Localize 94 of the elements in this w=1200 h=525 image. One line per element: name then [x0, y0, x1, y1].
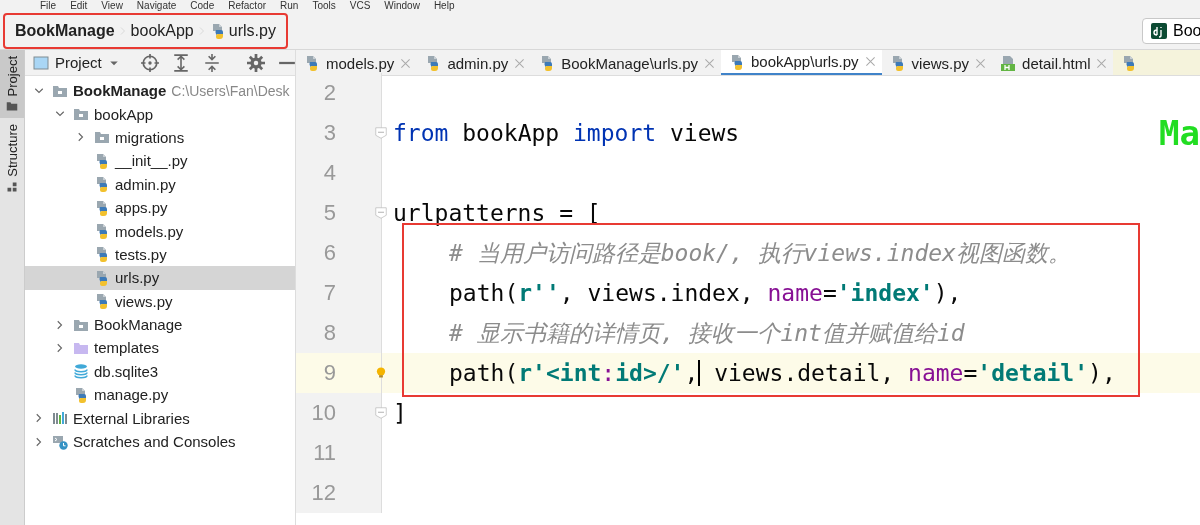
code-line: # 当用户访问路径是book/, 执行views.index视图函数。	[449, 238, 1071, 268]
tree-item[interactable]: admin.py	[25, 172, 295, 196]
code-line: path(r'<int:id>/', views.detail, name='detail'),	[449, 360, 1116, 386]
tree-item[interactable]: migrations	[25, 125, 295, 150]
tree-item[interactable]: External Libraries	[25, 406, 295, 430]
fold-icon[interactable]	[375, 406, 387, 420]
editor-tab[interactable]: BookManage\urls.py	[531, 50, 721, 75]
folder-icon	[94, 129, 110, 146]
run-configuration-button[interactable]: Boo	[1142, 17, 1200, 44]
tree-item[interactable]: __init__.py	[25, 149, 295, 173]
collapse-all-icon[interactable]	[202, 53, 221, 72]
line-number: 9	[322, 360, 336, 386]
line-number: 4	[322, 160, 336, 186]
code-line: path(r'', views.index, name='index'),	[449, 280, 962, 306]
python-file-icon	[94, 152, 110, 169]
editor-tab[interactable]: views.py	[881, 50, 993, 75]
folder-icon	[6, 100, 18, 113]
settings-icon[interactable]	[246, 53, 265, 72]
folder-icon	[73, 340, 89, 356]
close-icon[interactable]	[704, 57, 715, 69]
line-number: 12	[310, 480, 336, 506]
expand-all-icon[interactable]	[171, 53, 190, 72]
menu-item[interactable]: Tools	[312, 0, 336, 12]
folder-icon	[73, 106, 89, 123]
line-number: 8	[322, 320, 336, 346]
code-line: # 显示书籍的详情页, 接收一个int值并赋值给id	[449, 318, 965, 348]
path-text: C:\Users\Fan\Desk	[171, 82, 290, 99]
python-file-icon	[94, 176, 110, 193]
python-file-icon	[73, 386, 89, 403]
tree-item[interactable]: Scratches and Consoles	[25, 429, 295, 454]
close-icon[interactable]	[864, 56, 876, 67]
editor-tab[interactable]	[1113, 50, 1200, 75]
code-line: ]	[393, 400, 407, 426]
panel-title-dropdown[interactable]: Project	[33, 54, 120, 71]
menu-item[interactable]: Navigate	[136, 0, 177, 12]
line-number: 3	[322, 120, 336, 146]
tree-item[interactable]: BookManage C:\Users\Fan\Desk	[25, 79, 295, 103]
panel-icon	[33, 54, 49, 71]
tree-item[interactable]: manage.py	[25, 383, 295, 407]
close-icon[interactable]	[400, 57, 412, 69]
menu-item[interactable]: VCS	[349, 0, 371, 12]
python-file-icon	[94, 293, 110, 310]
python-file-icon	[94, 269, 110, 286]
menu-item[interactable]: Window	[384, 0, 420, 12]
editor-tab[interactable]: detail.html	[992, 50, 1114, 75]
menu-item[interactable]: Edit	[70, 0, 88, 12]
code-line: from bookApp import views	[393, 120, 740, 146]
line-number: 6	[322, 240, 336, 266]
close-icon[interactable]	[975, 57, 987, 69]
fold-icon[interactable]	[375, 126, 387, 140]
tree-item[interactable]: tests.py	[25, 242, 295, 267]
close-icon[interactable]	[1096, 57, 1108, 69]
structure-icon	[6, 181, 18, 194]
tree-item[interactable]: urls.py	[25, 266, 295, 290]
python-file-icon	[94, 223, 110, 240]
editor-tab[interactable]: admin.py	[417, 50, 532, 75]
python-file-icon	[94, 246, 110, 263]
menu-item[interactable]: Help	[433, 0, 455, 12]
breadcrumb-item[interactable]: bookApp	[130, 21, 194, 40]
database-icon	[73, 363, 89, 380]
tree-item[interactable]: templates	[25, 336, 295, 360]
menu-item[interactable]: Code	[190, 0, 215, 12]
tree-item[interactable]: BookManage	[25, 312, 295, 337]
line-number: 11	[312, 440, 336, 466]
fold-icon[interactable]	[375, 206, 387, 220]
python-file-icon	[304, 55, 320, 71]
line-number: 7	[322, 280, 336, 306]
scratches-icon	[52, 433, 68, 450]
tree-item[interactable]: views.py	[25, 289, 295, 313]
python-file-icon	[729, 53, 745, 70]
overlay-text: Ma	[1159, 113, 1200, 153]
tree-item[interactable]: apps.py	[25, 195, 295, 220]
menu-item[interactable]: Run	[280, 0, 299, 12]
editor-tab[interactable]: models.py	[296, 50, 418, 75]
tree-item[interactable]: models.py	[25, 219, 295, 243]
breadcrumb-item[interactable]: urls.py	[209, 21, 276, 40]
side-tab[interactable]: Project	[0, 50, 24, 119]
django-icon	[1151, 22, 1167, 39]
close-icon[interactable]	[514, 57, 526, 69]
line-number: 5	[322, 200, 336, 226]
menu-item[interactable]: File	[40, 0, 57, 12]
library-icon	[52, 410, 68, 427]
line-number: 2	[322, 80, 336, 106]
breadcrumb-item[interactable]: BookManage	[15, 21, 115, 40]
menu-item[interactable]: View	[101, 0, 123, 12]
html-file-icon	[1000, 55, 1017, 71]
python-file-icon	[94, 199, 110, 216]
line-number: 10	[310, 400, 336, 426]
tree-item[interactable]: db.sqlite3	[25, 359, 295, 384]
crosshair-icon[interactable]	[140, 53, 159, 72]
editor-tab[interactable]: bookApp\urls.py	[721, 50, 882, 75]
tree-item[interactable]: bookApp	[25, 102, 295, 126]
side-tab[interactable]: Structure	[0, 118, 24, 200]
menu-item[interactable]: Refactor	[228, 0, 267, 12]
